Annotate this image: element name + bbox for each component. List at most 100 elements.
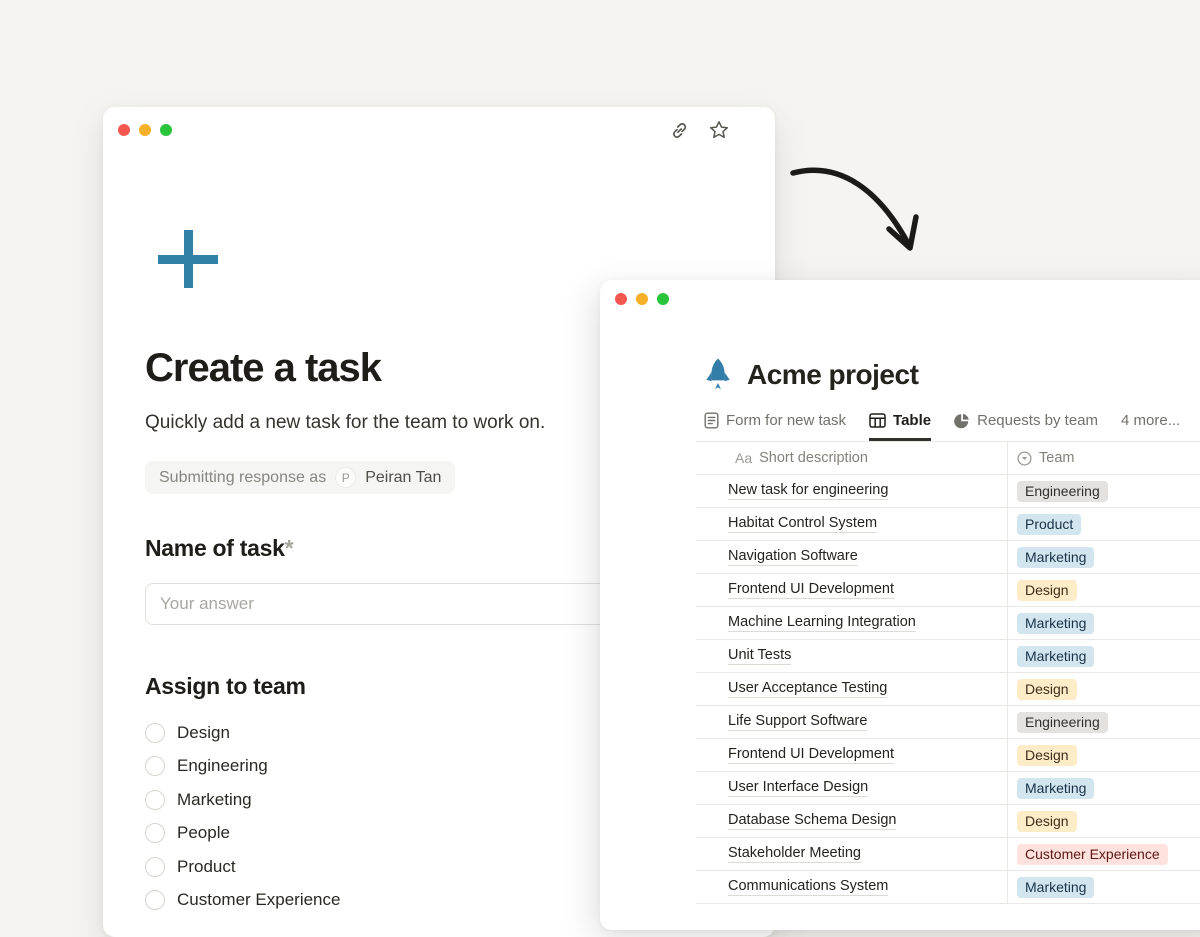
team-tag[interactable]: Product bbox=[1017, 514, 1081, 535]
team-tag[interactable]: Marketing bbox=[1017, 877, 1094, 898]
table-row[interactable]: Frontend UI Development Design bbox=[696, 739, 1200, 772]
table-row[interactable]: Life Support Software Engineering bbox=[696, 706, 1200, 739]
close-window-button[interactable] bbox=[118, 124, 130, 136]
select-circle-icon bbox=[1017, 451, 1032, 466]
cell-short-description[interactable]: New task for engineering bbox=[696, 482, 1007, 500]
task-title[interactable]: Habitat Control System bbox=[728, 515, 877, 533]
task-title[interactable]: New task for engineering bbox=[728, 482, 888, 500]
radio-button[interactable] bbox=[145, 857, 165, 877]
radio-button[interactable] bbox=[145, 890, 165, 910]
table-row[interactable]: Habitat Control System Product bbox=[696, 508, 1200, 541]
team-tag[interactable]: Design bbox=[1017, 811, 1077, 832]
team-tag[interactable]: Marketing bbox=[1017, 613, 1094, 634]
cell-team[interactable]: Engineering bbox=[1007, 712, 1200, 733]
cell-short-description[interactable]: Database Schema Design bbox=[696, 812, 1007, 830]
form-subtitle: Quickly add a new task for the team to w… bbox=[145, 412, 545, 434]
radio-button[interactable] bbox=[145, 823, 165, 843]
window-controls bbox=[118, 124, 172, 136]
avatar: P bbox=[335, 467, 356, 488]
column-header-short-description[interactable]: Aa Short description bbox=[696, 450, 1007, 466]
cell-team[interactable]: Customer Experience bbox=[1007, 844, 1200, 865]
cell-short-description[interactable]: User Interface Design bbox=[696, 779, 1007, 797]
team-tag[interactable]: Engineering bbox=[1017, 712, 1108, 733]
team-tag[interactable]: Marketing bbox=[1017, 646, 1094, 667]
table-row[interactable]: Machine Learning Integration Marketing bbox=[696, 607, 1200, 640]
table-header-row: Aa Short description Team bbox=[696, 442, 1200, 475]
cell-team[interactable]: Design bbox=[1007, 580, 1200, 601]
cell-team[interactable]: Marketing bbox=[1007, 547, 1200, 568]
team-option-marketing[interactable]: Marketing bbox=[145, 783, 545, 817]
task-title[interactable]: Navigation Software bbox=[728, 548, 858, 566]
cell-team[interactable]: Marketing bbox=[1007, 778, 1200, 799]
cell-team[interactable]: Marketing bbox=[1007, 877, 1200, 898]
cell-team[interactable]: Design bbox=[1007, 745, 1200, 766]
team-option-engineering[interactable]: Engineering bbox=[145, 750, 545, 784]
minimize-window-button[interactable] bbox=[139, 124, 151, 136]
radio-button[interactable] bbox=[145, 723, 165, 743]
team-option-design[interactable]: Design bbox=[145, 716, 545, 750]
cell-short-description[interactable]: Communications System bbox=[696, 878, 1007, 896]
table-row[interactable]: Communications System Marketing bbox=[696, 871, 1200, 904]
table-row[interactable]: New task for engineering Engineering bbox=[696, 475, 1200, 508]
radio-button[interactable] bbox=[145, 790, 165, 810]
copy-link-icon[interactable] bbox=[669, 120, 689, 140]
team-tag[interactable]: Design bbox=[1017, 679, 1077, 700]
team-tag[interactable]: Design bbox=[1017, 745, 1077, 766]
cell-short-description[interactable]: Navigation Software bbox=[696, 548, 1007, 566]
tab-label: 4 more... bbox=[1121, 412, 1180, 429]
close-window-button[interactable] bbox=[615, 293, 627, 305]
team-tag[interactable]: Marketing bbox=[1017, 778, 1094, 799]
favorite-star-icon[interactable] bbox=[709, 120, 729, 140]
cell-short-description[interactable]: Life Support Software bbox=[696, 713, 1007, 731]
zoom-window-button[interactable] bbox=[160, 124, 172, 136]
name-of-task-label: Name of task* bbox=[145, 535, 293, 562]
task-title[interactable]: Frontend UI Development bbox=[728, 746, 894, 764]
tab-form-for-new-task[interactable]: Form for new task bbox=[704, 405, 846, 441]
team-option-product[interactable]: Product bbox=[145, 850, 545, 884]
radio-label: Marketing bbox=[177, 790, 252, 810]
table-row[interactable]: Database Schema Design Design bbox=[696, 805, 1200, 838]
task-title[interactable]: Frontend UI Development bbox=[728, 581, 894, 599]
cell-short-description[interactable]: User Acceptance Testing bbox=[696, 680, 1007, 698]
tab-table[interactable]: Table bbox=[869, 405, 931, 441]
team-tag[interactable]: Marketing bbox=[1017, 547, 1094, 568]
team-tag[interactable]: Design bbox=[1017, 580, 1077, 601]
cell-short-description[interactable]: Unit Tests bbox=[696, 647, 1007, 665]
zoom-window-button[interactable] bbox=[657, 293, 669, 305]
cell-short-description[interactable]: Frontend UI Development bbox=[696, 581, 1007, 599]
cell-short-description[interactable]: Stakeholder Meeting bbox=[696, 845, 1007, 863]
task-title[interactable]: Stakeholder Meeting bbox=[728, 845, 861, 863]
cell-short-description[interactable]: Machine Learning Integration bbox=[696, 614, 1007, 632]
table-row[interactable]: Navigation Software Marketing bbox=[696, 541, 1200, 574]
task-title[interactable]: Unit Tests bbox=[728, 647, 791, 665]
tab-4-more[interactable]: 4 more... bbox=[1121, 405, 1180, 441]
table-row[interactable]: Frontend UI Development Design bbox=[696, 574, 1200, 607]
task-title[interactable]: Life Support Software bbox=[728, 713, 867, 731]
tab-requests-by-team[interactable]: Requests by team bbox=[954, 405, 1098, 441]
table-row[interactable]: Stakeholder Meeting Customer Experience bbox=[696, 838, 1200, 871]
cell-team[interactable]: Marketing bbox=[1007, 646, 1200, 667]
table-row[interactable]: User Interface Design Marketing bbox=[696, 772, 1200, 805]
table-row[interactable]: Unit Tests Marketing bbox=[696, 640, 1200, 673]
task-title[interactable]: Machine Learning Integration bbox=[728, 614, 916, 632]
cell-team[interactable]: Design bbox=[1007, 811, 1200, 832]
cell-team[interactable]: Engineering bbox=[1007, 481, 1200, 502]
task-title[interactable]: Communications System bbox=[728, 878, 888, 896]
team-option-customer-experience[interactable]: Customer Experience bbox=[145, 884, 545, 918]
cell-team[interactable]: Design bbox=[1007, 679, 1200, 700]
cell-team[interactable]: Product bbox=[1007, 514, 1200, 535]
task-title[interactable]: Database Schema Design bbox=[728, 812, 896, 830]
cell-short-description[interactable]: Habitat Control System bbox=[696, 515, 1007, 533]
table-row[interactable]: User Acceptance Testing Design bbox=[696, 673, 1200, 706]
team-tag[interactable]: Customer Experience bbox=[1017, 844, 1168, 865]
task-title[interactable]: User Acceptance Testing bbox=[728, 680, 887, 698]
required-marker: * bbox=[285, 535, 294, 561]
team-option-people[interactable]: People bbox=[145, 817, 545, 851]
column-header-team[interactable]: Team bbox=[1007, 450, 1200, 466]
minimize-window-button[interactable] bbox=[636, 293, 648, 305]
cell-team[interactable]: Marketing bbox=[1007, 613, 1200, 634]
cell-short-description[interactable]: Frontend UI Development bbox=[696, 746, 1007, 764]
team-tag[interactable]: Engineering bbox=[1017, 481, 1108, 502]
radio-button[interactable] bbox=[145, 756, 165, 776]
task-title[interactable]: User Interface Design bbox=[728, 779, 868, 797]
